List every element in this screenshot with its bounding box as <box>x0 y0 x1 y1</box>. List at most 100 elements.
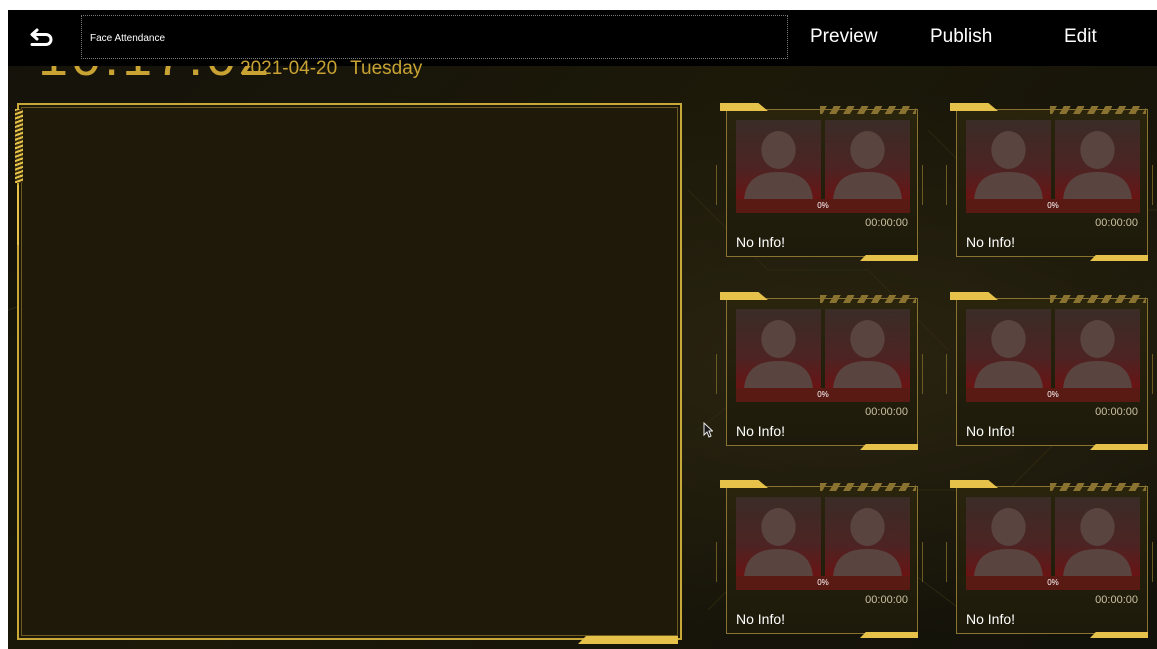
card-edge-decoration <box>922 542 923 582</box>
face-card: 0% 00:00:00 No Info! <box>946 480 1153 638</box>
registered-face-photo <box>1055 309 1140 388</box>
face-card: 0% 00:00:00 No Info! <box>716 480 923 638</box>
match-percentage: 0% <box>817 201 829 210</box>
person-placeholder-icon <box>744 131 813 199</box>
person-placeholder-icon <box>744 320 813 388</box>
card-tab-decoration <box>1090 444 1148 450</box>
person-placeholder-icon <box>974 320 1043 388</box>
person-placeholder-icon <box>1063 508 1132 576</box>
card-edge-decoration <box>946 354 947 394</box>
person-placeholder-icon <box>974 131 1043 199</box>
card-stripe-decoration <box>820 106 916 114</box>
date-line: 2021-04-20 Tuesday <box>240 58 422 80</box>
card-tab-decoration <box>720 103 768 111</box>
card-photos <box>736 309 910 388</box>
face-card: 0% 00:00:00 No Info! <box>946 292 1153 450</box>
person-placeholder-icon <box>744 508 813 576</box>
card-tab-decoration <box>1090 255 1148 261</box>
preview-button[interactable]: Preview <box>810 25 878 49</box>
match-percentage: 0% <box>1047 578 1059 587</box>
card-tab-decoration <box>1090 632 1148 638</box>
title-text: Face Attendance <box>90 33 166 44</box>
top-toolbar: Face Attendance Preview Publish Edit <box>8 10 1157 66</box>
captured-face-photo <box>736 497 821 576</box>
match-percentage: 0% <box>1047 390 1059 399</box>
back-arrow-icon <box>30 28 53 46</box>
captured-face-photo <box>966 120 1051 199</box>
panel-edge-decoration <box>17 185 19 245</box>
match-progress-bar: 0% <box>966 199 1140 213</box>
person-placeholder-icon <box>833 320 902 388</box>
back-button[interactable] <box>26 22 58 54</box>
card-edge-decoration <box>922 165 923 205</box>
card-tab-decoration <box>860 255 918 261</box>
captured-face-photo <box>736 309 821 388</box>
card-photos <box>966 497 1140 576</box>
card-tab-decoration <box>860 444 918 450</box>
captured-face-photo <box>966 497 1051 576</box>
face-card: 0% 00:00:00 No Info! <box>716 292 923 450</box>
card-photos <box>966 309 1140 388</box>
card-edge-decoration <box>1152 354 1153 394</box>
registered-face-photo <box>1055 497 1140 576</box>
card-tab-decoration <box>950 480 998 488</box>
card-edge-decoration <box>946 542 947 582</box>
card-info-text: No Info! <box>966 423 1016 439</box>
card-info-text: No Info! <box>966 611 1016 627</box>
card-photos <box>736 497 910 576</box>
card-stripe-decoration <box>1050 106 1146 114</box>
card-stripe-decoration <box>820 483 916 491</box>
card-time: 00:00:00 <box>865 594 908 606</box>
match-percentage: 0% <box>1047 201 1059 210</box>
card-edge-decoration <box>716 542 717 582</box>
registered-face-photo <box>825 497 910 576</box>
match-progress-bar: 0% <box>736 576 910 590</box>
match-percentage: 0% <box>817 390 829 399</box>
title-field[interactable]: Face Attendance <box>81 15 788 59</box>
match-progress-bar: 0% <box>966 576 1140 590</box>
face-card: 0% 00:00:00 No Info! <box>716 103 923 261</box>
match-progress-bar: 0% <box>736 199 910 213</box>
edit-button[interactable]: Edit <box>1064 25 1097 49</box>
card-stripe-decoration <box>820 295 916 303</box>
card-tab-decoration <box>720 292 768 300</box>
card-edge-decoration <box>1152 165 1153 205</box>
match-progress-bar: 0% <box>736 388 910 402</box>
registered-face-photo <box>825 120 910 199</box>
person-placeholder-icon <box>974 508 1043 576</box>
card-stripe-decoration <box>1050 483 1146 491</box>
captured-face-photo <box>966 309 1051 388</box>
card-info-text: No Info! <box>736 234 786 250</box>
card-edge-decoration <box>1152 542 1153 582</box>
date-text: 2021-04-20 <box>240 58 338 79</box>
card-time: 00:00:00 <box>1095 217 1138 229</box>
registered-face-photo <box>825 309 910 388</box>
card-time: 00:00:00 <box>1095 594 1138 606</box>
person-placeholder-icon <box>833 131 902 199</box>
card-info-text: No Info! <box>736 611 786 627</box>
match-progress-bar: 0% <box>966 388 1140 402</box>
card-tab-decoration <box>950 292 998 300</box>
match-percentage: 0% <box>817 578 829 587</box>
person-placeholder-icon <box>833 508 902 576</box>
captured-face-photo <box>736 120 821 199</box>
app-screen: Face Attendance Preview Publish Edit 10:… <box>8 10 1157 649</box>
card-stripe-decoration <box>1050 295 1146 303</box>
card-edge-decoration <box>922 354 923 394</box>
camera-preview-panel <box>15 103 682 644</box>
camera-preview-area <box>21 107 678 636</box>
publish-button[interactable]: Publish <box>930 25 992 49</box>
card-time: 00:00:00 <box>1095 406 1138 418</box>
card-edge-decoration <box>716 165 717 205</box>
card-edge-decoration <box>716 354 717 394</box>
registered-face-photo <box>1055 120 1140 199</box>
card-time: 00:00:00 <box>865 217 908 229</box>
card-info-text: No Info! <box>966 234 1016 250</box>
card-photos <box>966 120 1140 199</box>
weekday-text: Tuesday <box>350 58 423 79</box>
mouse-cursor-icon <box>703 422 713 438</box>
card-edge-decoration <box>946 165 947 205</box>
panel-corner-decoration <box>15 109 23 183</box>
card-info-text: No Info! <box>736 423 786 439</box>
card-tab-decoration <box>860 632 918 638</box>
